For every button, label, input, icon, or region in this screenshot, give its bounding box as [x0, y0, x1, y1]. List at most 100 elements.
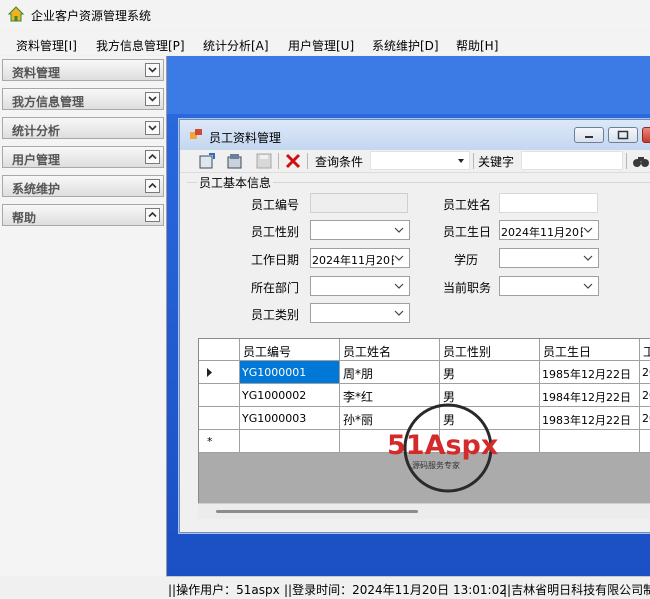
- grid-cell[interactable]: 1985年12月22日: [540, 361, 640, 384]
- chevron-down-icon: [583, 227, 593, 233]
- grid-cell-text: YG1000003: [242, 412, 307, 425]
- category-select[interactable]: [310, 303, 410, 323]
- minimize-button[interactable]: [574, 127, 604, 143]
- chevron-down-icon: [394, 255, 404, 261]
- status-login-time: ||登录时间：2024年11月20日 13:01:02: [284, 583, 507, 597]
- grid-cell[interactable]: 男: [440, 361, 540, 384]
- grid-cell[interactable]: 1984年12月22日: [540, 384, 640, 407]
- grid-cell-text: YG1000002: [242, 389, 307, 402]
- maximize-icon: [617, 130, 629, 140]
- row-header[interactable]: [199, 384, 240, 407]
- status-operator: ||操作用户：51aspx: [168, 583, 280, 597]
- grid-cell-text: 20: [642, 389, 650, 402]
- grid-column-header[interactable]: 员工性别: [440, 339, 540, 361]
- status-company: ||吉林省明日科技有限公司制: [503, 583, 650, 597]
- education-select[interactable]: [499, 248, 599, 268]
- watermark-logo: 51Aspx 源码服务专家: [387, 403, 498, 493]
- menu-item-statistics[interactable]: 统计分析[A]: [203, 37, 269, 54]
- chevron-down-icon[interactable]: [145, 63, 160, 77]
- chevron-down-icon: [583, 255, 593, 261]
- grid-cell[interactable]: 20: [640, 361, 650, 384]
- department-label: 所在部门: [251, 281, 300, 295]
- edit-record-icon[interactable]: [226, 152, 244, 170]
- close-button[interactable]: [642, 127, 650, 143]
- grid-column-header[interactable]: 员工编号: [240, 339, 340, 361]
- education-label: 学历: [454, 253, 479, 267]
- grid-cell[interactable]: 1983年12月22日: [540, 407, 640, 430]
- employee-window-titlebar[interactable]: 员工资料管理: [180, 120, 650, 150]
- grid-column-header-label: 员工编号: [243, 345, 292, 359]
- grid-cell[interactable]: 20: [640, 407, 650, 430]
- grid-cell[interactable]: 20: [640, 384, 650, 407]
- scrollbar-thumb[interactable]: [216, 510, 418, 513]
- menu-item-help[interactable]: 帮助[H]: [456, 37, 498, 54]
- menu-item-system[interactable]: 系统维护[D]: [372, 37, 439, 54]
- chevron-up-icon[interactable]: [145, 208, 160, 222]
- delete-icon[interactable]: [284, 152, 302, 170]
- sidebar-group-statistics[interactable]: 统计分析: [2, 117, 164, 139]
- chevron-down-icon: [394, 283, 404, 289]
- department-select[interactable]: [310, 276, 410, 296]
- emp-id-field[interactable]: [310, 193, 408, 213]
- position-select[interactable]: [499, 276, 599, 296]
- row-header[interactable]: [199, 407, 240, 430]
- add-record-icon[interactable]: [198, 152, 216, 170]
- grid-cell-text: 周*朋: [343, 367, 374, 381]
- menu-item-our-info[interactable]: 我方信息管理[P]: [96, 37, 185, 54]
- grid-column-header-label: 员工姓名: [343, 345, 392, 359]
- grid-column-header[interactable]: 工: [640, 339, 650, 361]
- work-date-label: 工作日期: [251, 253, 300, 267]
- sidebar-group-label: 系统维护: [12, 182, 61, 196]
- sidebar-group-help[interactable]: 帮助: [2, 204, 164, 226]
- keyword-input[interactable]: [521, 151, 623, 170]
- birthday-datepicker[interactable]: 2024年11月20日: [499, 220, 599, 240]
- maximize-button[interactable]: [608, 127, 638, 143]
- row-header-current[interactable]: [199, 361, 240, 384]
- gender-select[interactable]: [310, 220, 410, 240]
- save-icon[interactable]: [255, 152, 273, 170]
- app-titlebar: 企业客户资源管理系统: [0, 0, 650, 30]
- grid-cell[interactable]: [640, 430, 650, 453]
- watermark-tagline: 源码服务专家: [412, 460, 460, 470]
- work-date-datepicker[interactable]: 2024年11月20日: [310, 248, 410, 268]
- grid-cell-text: 1983年12月22日: [542, 414, 631, 427]
- sidebar-group-our-info[interactable]: 我方信息管理: [2, 88, 164, 110]
- category-label: 员工类别: [251, 308, 300, 322]
- menu-bar: 资料管理[I] 我方信息管理[P] 统计分析[A] 用户管理[U] 系统维护[D…: [0, 31, 650, 55]
- grid-cell[interactable]: YG1000003: [240, 407, 340, 430]
- chevron-down-icon[interactable]: [145, 121, 160, 135]
- grid-column-header[interactable]: 员工生日: [540, 339, 640, 361]
- sidebar: 资料管理 我方信息管理 统计分析 用户管理 系统维护 帮助: [0, 56, 167, 576]
- chevron-up-icon[interactable]: [145, 179, 160, 193]
- binoculars-search-icon[interactable]: [632, 152, 650, 170]
- emp-name-field[interactable]: [499, 193, 598, 213]
- menu-item-users[interactable]: 用户管理[U]: [288, 37, 354, 54]
- grid-cell-text: 1984年12月22日: [542, 391, 631, 404]
- toolbar-separator: [307, 153, 308, 169]
- birthday-label: 员工生日: [443, 225, 492, 239]
- window-icon: [190, 129, 202, 139]
- chevron-up-icon[interactable]: [145, 150, 160, 164]
- grid-cell[interactable]: [540, 430, 640, 453]
- menu-item-data[interactable]: 资料管理[I]: [16, 37, 77, 54]
- sidebar-group-label: 用户管理: [12, 153, 61, 167]
- new-row-marker: *: [207, 435, 213, 448]
- grid-cell[interactable]: 周*朋: [340, 361, 440, 384]
- toolbar-separator: [278, 153, 279, 169]
- grid-cell[interactable]: YG1000002: [240, 384, 340, 407]
- sidebar-group-label: 统计分析: [12, 124, 61, 138]
- chevron-down-icon[interactable]: [145, 92, 160, 106]
- row-header-new[interactable]: *: [199, 430, 240, 453]
- grid-cell-selected[interactable]: YG1000001: [240, 361, 340, 384]
- sidebar-group-data[interactable]: 资料管理: [2, 59, 164, 81]
- grid-column-header[interactable]: 员工姓名: [340, 339, 440, 361]
- horizontal-scrollbar[interactable]: [198, 503, 650, 519]
- status-bar: ||操作用户：51aspx ||登录时间：2024年11月20日 13:01:0…: [166, 576, 650, 599]
- position-label: 当前职务: [443, 281, 492, 295]
- sidebar-group-system[interactable]: 系统维护: [2, 175, 164, 197]
- chevron-down-icon: [394, 227, 404, 233]
- query-condition-select[interactable]: [370, 151, 470, 170]
- grid-cell-text: 20: [642, 412, 650, 425]
- sidebar-group-users[interactable]: 用户管理: [2, 146, 164, 168]
- grid-cell[interactable]: [240, 430, 340, 453]
